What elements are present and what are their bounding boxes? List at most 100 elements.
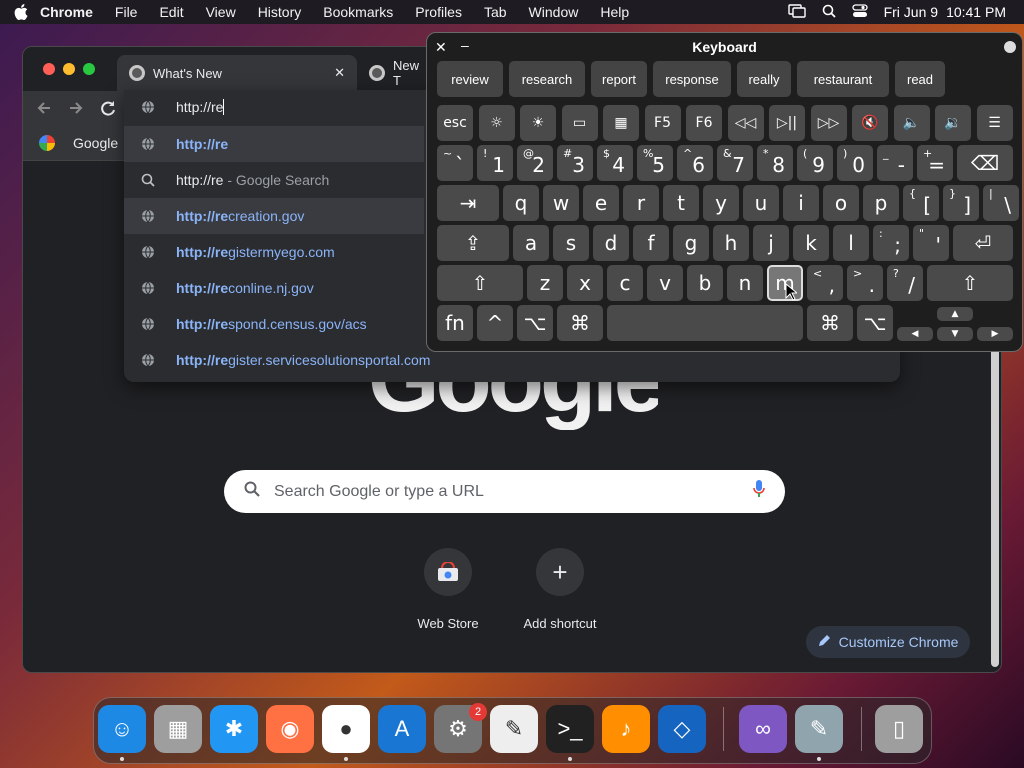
firefox-icon[interactable]: ◉ (266, 705, 314, 753)
key-punct[interactable]: ? / (887, 265, 923, 301)
back-arrow-icon[interactable] (35, 99, 53, 122)
prediction-response[interactable]: response (653, 61, 731, 97)
microphone-icon[interactable] (753, 480, 765, 503)
app-store-icon[interactable]: A (378, 705, 426, 753)
menu-file[interactable]: File (115, 4, 138, 20)
menu-view[interactable]: View (206, 4, 236, 20)
garageband-icon[interactable]: ♪ (602, 705, 650, 753)
launchpad-icon[interactable]: ▦ (154, 705, 202, 753)
key-bracket[interactable]: {[ (903, 185, 939, 221)
key-q[interactable]: q (503, 185, 539, 221)
key-1[interactable]: ! 1 (477, 145, 513, 181)
key-p[interactable]: p (863, 185, 899, 221)
space-key[interactable] (607, 305, 803, 341)
menu-bookmarks[interactable]: Bookmarks (323, 4, 393, 20)
menu-edit[interactable]: Edit (159, 4, 183, 20)
chrome-icon[interactable]: ● (322, 705, 370, 753)
key-3[interactable]: #3 (557, 145, 593, 181)
key-a[interactable]: a (513, 225, 549, 261)
return-key[interactable]: ⏎ (953, 225, 1013, 261)
trash-icon[interactable]: ▯ (875, 705, 923, 753)
prediction-really[interactable]: really (737, 61, 791, 97)
instruments-icon[interactable]: ✎ (795, 705, 843, 753)
key-h[interactable]: h (713, 225, 749, 261)
function-key[interactable]: ▷|| (769, 105, 805, 141)
omnibox-input[interactable]: http://re (176, 99, 223, 115)
finder-icon[interactable]: ☺ (98, 705, 146, 753)
key-b[interactable]: b (687, 265, 723, 301)
menu-window[interactable]: Window (529, 4, 579, 20)
key-7[interactable]: & 7 (717, 145, 753, 181)
reload-icon[interactable] (99, 99, 117, 122)
menu-profiles[interactable]: Profiles (415, 4, 462, 20)
fn-key[interactable]: fn (437, 305, 473, 341)
visual-studio-icon[interactable]: ∞ (739, 705, 787, 753)
key-2[interactable]: @2 (517, 145, 553, 181)
key-bracket[interactable]: | \ (983, 185, 1019, 221)
key-x[interactable]: x (567, 265, 603, 301)
function-key[interactable]: 🔈 (893, 105, 930, 141)
function-key[interactable]: ◁◁ (727, 105, 764, 141)
key-5[interactable]: % 5 (637, 145, 673, 181)
key-e[interactable]: e (583, 185, 619, 221)
shortcut-web-store[interactable]: Web Store (388, 548, 508, 631)
key-punct[interactable]: :; (873, 225, 909, 261)
arrow-right-key[interactable]: ▶ (977, 327, 1013, 341)
key-j[interactable]: j (753, 225, 789, 261)
shortcut-add[interactable]: + Add shortcut (500, 548, 620, 631)
spotlight-search-icon[interactable] (822, 4, 836, 21)
key-k[interactable]: k (793, 225, 829, 261)
function-key[interactable]: esc (437, 105, 473, 141)
close-window-button[interactable] (43, 63, 55, 75)
function-key[interactable]: F6 (686, 105, 722, 141)
tab-whats-new[interactable]: What's New ✕ (117, 55, 357, 91)
key-punct[interactable]: >. (847, 265, 883, 301)
omnibox-suggestion[interactable]: http://recreation.gov (124, 198, 424, 234)
control-key[interactable]: ^ (477, 305, 513, 341)
key-r[interactable]: r (623, 185, 659, 221)
function-key[interactable]: ▦ (603, 105, 639, 141)
key-=[interactable]: + = (917, 145, 953, 181)
key-s[interactable]: s (553, 225, 589, 261)
menu-tab[interactable]: Tab (484, 4, 507, 20)
key-6[interactable]: ^ 6 (677, 145, 713, 181)
key-bracket[interactable]: }] (943, 185, 979, 221)
zoom-window-button[interactable] (83, 63, 95, 75)
arrow-up-key[interactable]: ▲ (937, 307, 973, 321)
left-option-key[interactable]: ⌥ (517, 305, 553, 341)
prediction-review[interactable]: review (437, 61, 503, 97)
forward-arrow-icon[interactable] (67, 99, 85, 122)
menubar-time[interactable]: 10:41 PM (946, 4, 1006, 20)
function-key[interactable]: ▭ (561, 105, 598, 141)
vscode-icon[interactable]: ◇ (658, 705, 706, 753)
key-t[interactable]: t (663, 185, 699, 221)
bookmark-google[interactable]: Google (39, 135, 118, 151)
delete-key[interactable]: ⌫ (957, 145, 1013, 181)
key--[interactable]: _ - (877, 145, 913, 181)
key-d[interactable]: d (593, 225, 629, 261)
caps-lock-key[interactable]: ⇪ (437, 225, 509, 261)
function-key[interactable]: ☼ (478, 105, 515, 141)
prediction-research[interactable]: research (509, 61, 585, 97)
options-icon[interactable] (1004, 41, 1016, 53)
key-`[interactable]: ~ ` (437, 145, 473, 181)
textedit-icon[interactable]: ✎ (490, 705, 538, 753)
key-y[interactable]: y (703, 185, 739, 221)
google-search-box[interactable]: Search Google or type a URL (224, 470, 785, 513)
left-shift-key[interactable]: ⇧ (437, 265, 523, 301)
control-center-icon[interactable] (851, 3, 868, 21)
function-key[interactable]: ☀ (520, 105, 556, 141)
prediction-restaurant[interactable]: restaurant (797, 61, 889, 97)
right-command-key[interactable]: ⌘ (807, 305, 853, 341)
key-8[interactable]: * 8 (757, 145, 793, 181)
key-c[interactable]: c (607, 265, 643, 301)
prediction-read[interactable]: read (895, 61, 945, 97)
tab-close-icon[interactable]: ✕ (334, 65, 345, 81)
key-z[interactable]: z (527, 265, 563, 301)
arrow-down-key[interactable]: ▼ (937, 327, 973, 341)
key-w[interactable]: w (543, 185, 579, 221)
key-punct[interactable]: <, (807, 265, 843, 301)
key-l[interactable]: l (833, 225, 869, 261)
left-command-key[interactable]: ⌘ (557, 305, 603, 341)
omnibox-suggestion[interactable]: http://re (124, 126, 424, 162)
